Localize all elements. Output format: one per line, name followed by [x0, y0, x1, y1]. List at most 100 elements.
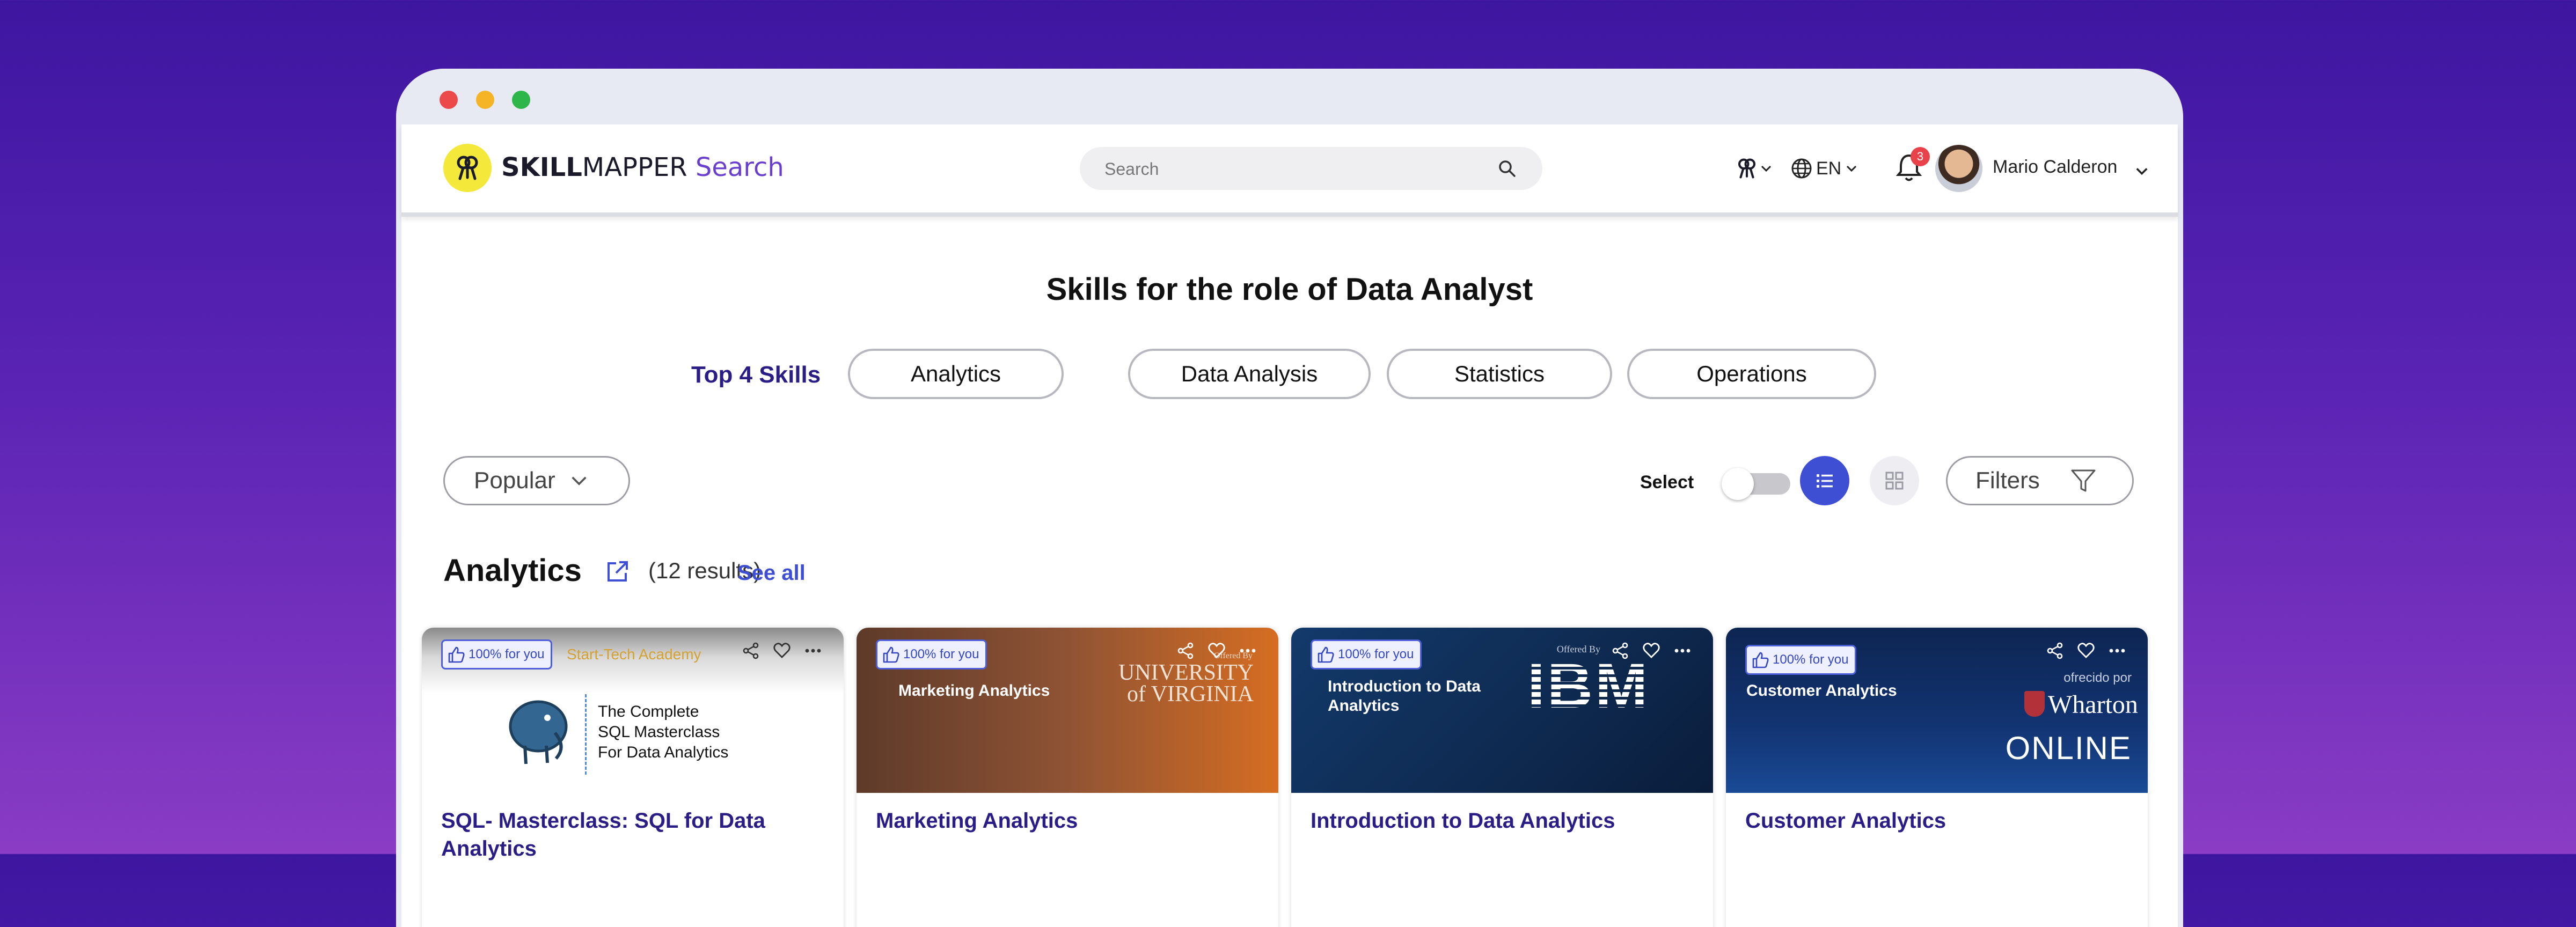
filters-button[interactable]: Filters — [1946, 456, 2134, 505]
match-badge: 100% for you — [876, 639, 987, 670]
minimize-window-button[interactable] — [476, 91, 494, 109]
window-frame-right — [2178, 124, 2183, 927]
navbar: SKILLMAPPER Search Search EN 3 Mario Cal… — [401, 124, 2178, 217]
thumbs-up-icon — [883, 646, 899, 663]
globe-icon — [1791, 158, 1812, 179]
sort-dropdown[interactable]: Popular — [443, 456, 630, 505]
more-icon[interactable] — [804, 642, 822, 660]
course-title[interactable]: Customer Analytics — [1745, 807, 2132, 835]
banner-title: Customer Analytics — [1746, 682, 1897, 700]
language-selector[interactable]: EN — [1790, 124, 1858, 212]
banner-title: Marketing Analytics — [898, 682, 1050, 700]
grid-icon — [1885, 472, 1904, 490]
brand-name[interactable]: SKILLMAPPER Search — [501, 152, 784, 182]
heart-icon[interactable] — [1208, 642, 1226, 660]
match-badge: 100% for you — [1311, 639, 1422, 670]
course-card[interactable]: Introduction to Data Analytics Offered B… — [1291, 628, 1713, 927]
course-title[interactable]: SQL- Masterclass: SQL for Data Analytics — [441, 807, 828, 863]
card-actions — [742, 642, 822, 660]
match-label: 100% for you — [1773, 652, 1849, 667]
section-title: Analytics — [443, 553, 582, 588]
page-title: Skills for the role of Data Analyst — [1046, 272, 1533, 307]
match-label: 100% for you — [903, 647, 979, 661]
select-label: Select — [1640, 472, 1694, 492]
provider-logo: UNIVERSITY of VIRGINIA — [1118, 660, 1254, 707]
skill-pill-analytics[interactable]: Analytics — [848, 349, 1064, 399]
brand-accent: Search — [695, 152, 784, 182]
course-card[interactable]: Customer Analytics ofrecido por Wharton … — [1726, 628, 2148, 927]
search-bar[interactable] — [1080, 147, 1542, 190]
search-input[interactable] — [1103, 156, 1481, 182]
provider-logo: Wharton — [2048, 690, 2138, 719]
banner-line: SQL Masterclass — [598, 723, 720, 741]
provider-logo: IBM — [1527, 651, 1650, 722]
brand-bold: SKILL — [501, 152, 582, 182]
thumbs-up-icon — [1318, 646, 1334, 663]
match-badge: 100% for you — [1745, 645, 1857, 675]
chevron-down-icon[interactable] — [2134, 163, 2150, 179]
share-icon[interactable] — [1176, 642, 1195, 660]
top-skills-label: Top 4 Skills — [691, 362, 821, 388]
banner-line: For Data Analytics — [598, 744, 729, 761]
share-icon[interactable] — [742, 642, 760, 660]
banner-title: Introduction to Data Analytics — [1328, 678, 1481, 715]
provider-sub: ONLINE — [2005, 730, 2132, 766]
see-all-link[interactable]: See all — [737, 561, 806, 585]
user-name[interactable]: Mario Calderon — [1993, 157, 2117, 178]
match-badge: 100% for you — [441, 639, 553, 670]
skill-pill-operations[interactable]: Operations — [1627, 349, 1876, 399]
skillmapper-icon — [1738, 158, 1756, 179]
logo-icon[interactable] — [443, 144, 492, 192]
course-card[interactable]: Start-Tech Academy The Complete SQL Mast… — [422, 628, 844, 927]
banner-line: The Complete — [598, 703, 699, 720]
provider-small: ofrecido por — [2063, 671, 2132, 685]
card-actions — [1176, 642, 1257, 660]
select-toggle[interactable] — [1722, 468, 1790, 500]
grid-view-button[interactable] — [1870, 456, 1919, 505]
banner-text: The Complete SQL Masterclass For Data An… — [598, 702, 728, 763]
toggle-knob — [1722, 468, 1754, 500]
skill-pill-statistics[interactable]: Statistics — [1387, 349, 1612, 399]
heart-icon[interactable] — [1642, 642, 1660, 660]
chevron-down-icon — [1847, 165, 1857, 172]
window-titlebar — [396, 69, 2183, 124]
banner-divider — [585, 694, 589, 775]
course-title[interactable]: Marketing Analytics — [876, 807, 1262, 835]
notification-badge: 3 — [1911, 147, 1930, 166]
app-header: SKILLMAPPER Search Search EN 3 Mario Cal… — [401, 124, 2178, 280]
provider-logo: Start-Tech Academy — [567, 646, 701, 663]
card-actions — [1611, 642, 1692, 660]
close-window-button[interactable] — [440, 91, 458, 109]
course-title[interactable]: Introduction to Data Analytics — [1311, 807, 1697, 835]
course-card[interactable]: Marketing Analytics Offered By UNIVERSIT… — [857, 628, 1278, 927]
external-link-icon[interactable] — [604, 559, 630, 585]
share-icon[interactable] — [2046, 642, 2064, 660]
chevron-down-icon — [1761, 165, 1772, 172]
search-icon[interactable] — [1497, 159, 1517, 178]
maximize-window-button[interactable] — [512, 91, 530, 109]
language-label: EN — [1816, 158, 1842, 179]
more-icon[interactable] — [2108, 642, 2126, 660]
window-frame-left — [396, 124, 401, 927]
skill-switcher[interactable] — [1735, 124, 1773, 212]
list-view-button[interactable] — [1800, 456, 1849, 505]
chevron-down-icon — [572, 476, 587, 485]
thumbs-up-icon — [448, 646, 465, 663]
list-icon — [1817, 474, 1833, 488]
thumbs-up-icon — [1752, 652, 1769, 668]
card-actions — [2046, 642, 2126, 660]
avatar[interactable] — [1935, 145, 1982, 192]
heart-icon[interactable] — [773, 642, 791, 660]
filter-icon — [2071, 469, 2096, 492]
skill-pill-data-analysis[interactable]: Data Analysis — [1128, 349, 1371, 399]
match-label: 100% for you — [469, 647, 545, 661]
filters-label: Filters — [1975, 467, 2040, 494]
sort-value: Popular — [474, 467, 555, 494]
shield-icon — [2024, 691, 2045, 717]
more-icon[interactable] — [1239, 642, 1257, 660]
brand-thin: MAPPER — [582, 152, 687, 182]
heart-icon[interactable] — [2077, 642, 2095, 660]
share-icon[interactable] — [1611, 642, 1629, 660]
more-icon[interactable] — [1673, 642, 1692, 660]
postgresql-elephant-icon — [509, 700, 568, 764]
